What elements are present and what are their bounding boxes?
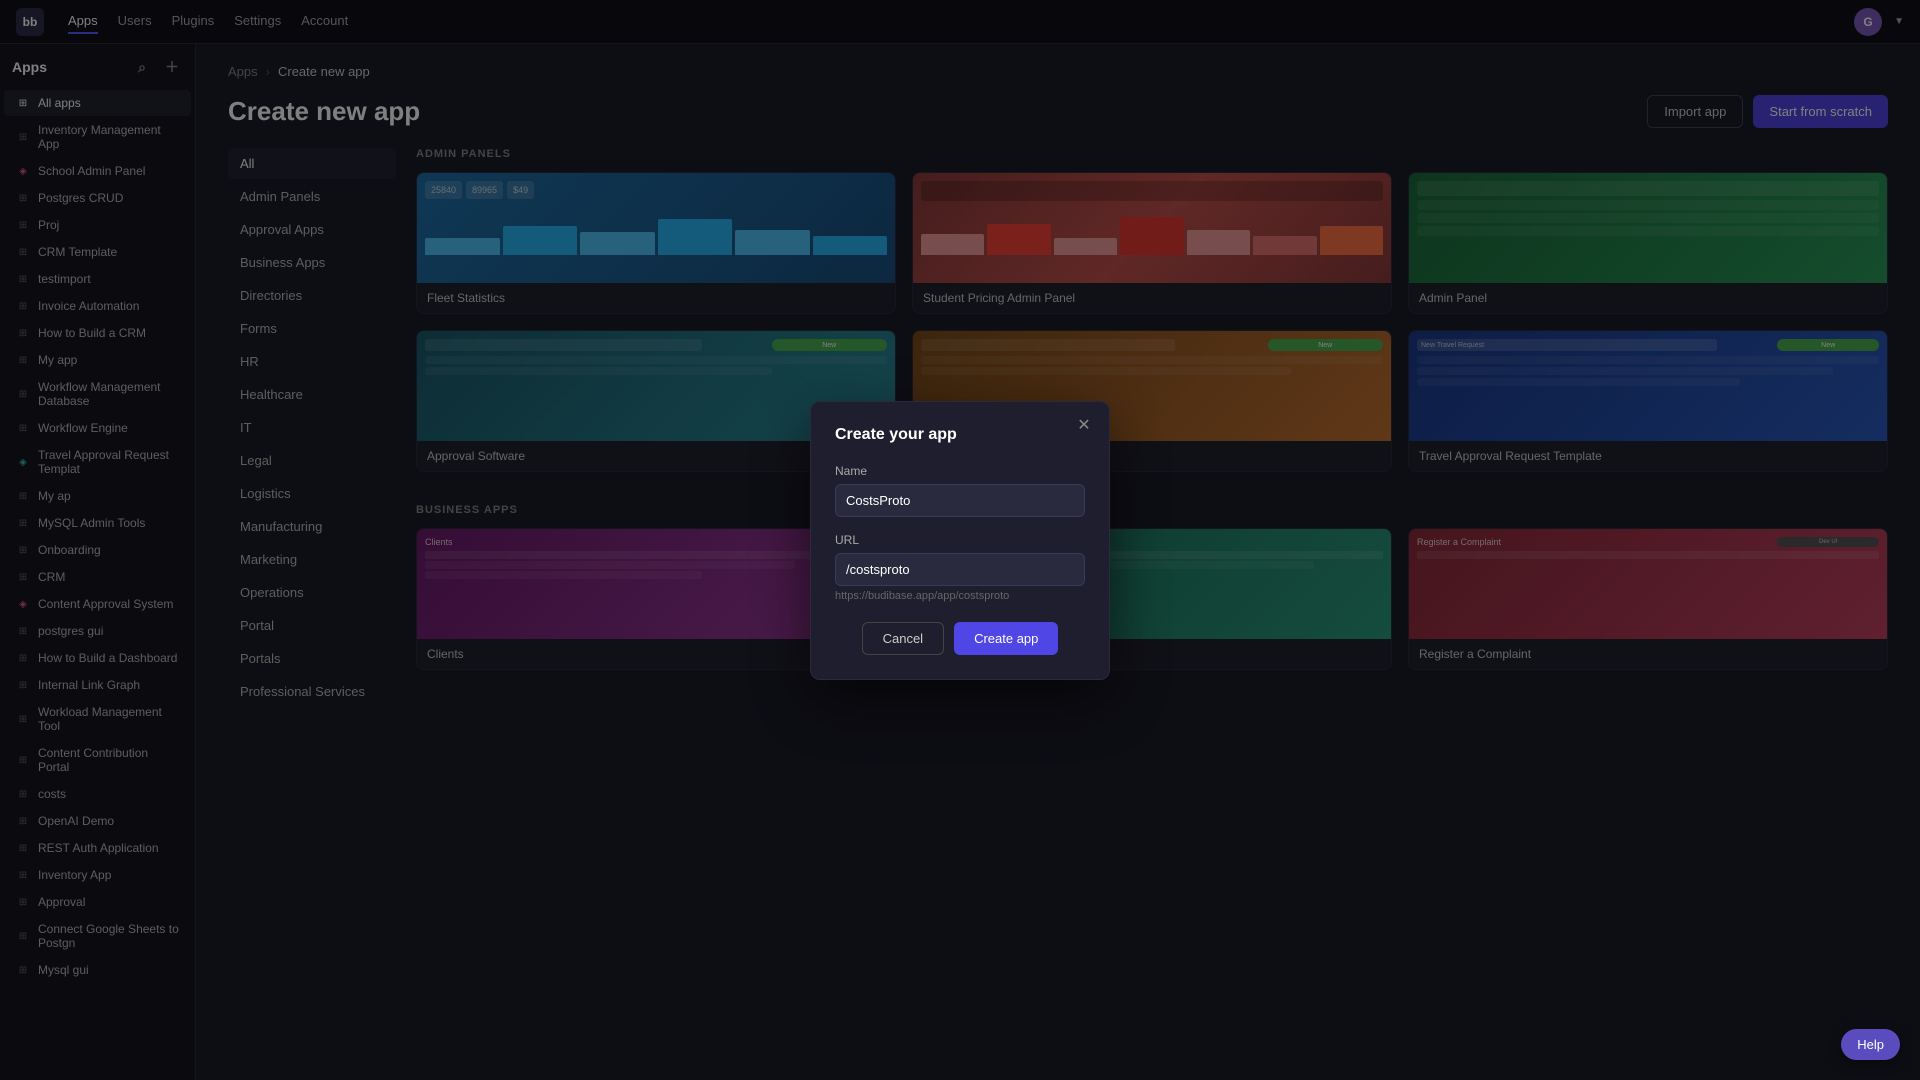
url-label: URL <box>835 533 1085 547</box>
help-button[interactable]: Help <box>1841 1029 1900 1060</box>
name-label: Name <box>835 464 1085 478</box>
url-input[interactable] <box>835 553 1085 586</box>
create-app-modal: ✕ Create your app Name URL https://budib… <box>810 401 1110 680</box>
cancel-button[interactable]: Cancel <box>862 622 944 655</box>
url-helper: https://budibase.app/app/costsproto <box>835 590 1085 602</box>
name-form-group: Name <box>835 464 1085 517</box>
url-form-group: URL https://budibase.app/app/costsproto <box>835 533 1085 602</box>
create-app-button[interactable]: Create app <box>954 622 1058 655</box>
modal-close-button[interactable]: ✕ <box>1073 414 1095 436</box>
name-input[interactable] <box>835 484 1085 517</box>
modal-overlay[interactable]: ✕ Create your app Name URL https://budib… <box>0 0 1920 1080</box>
modal-actions: Cancel Create app <box>835 622 1085 655</box>
modal-title: Create your app <box>835 426 1085 444</box>
